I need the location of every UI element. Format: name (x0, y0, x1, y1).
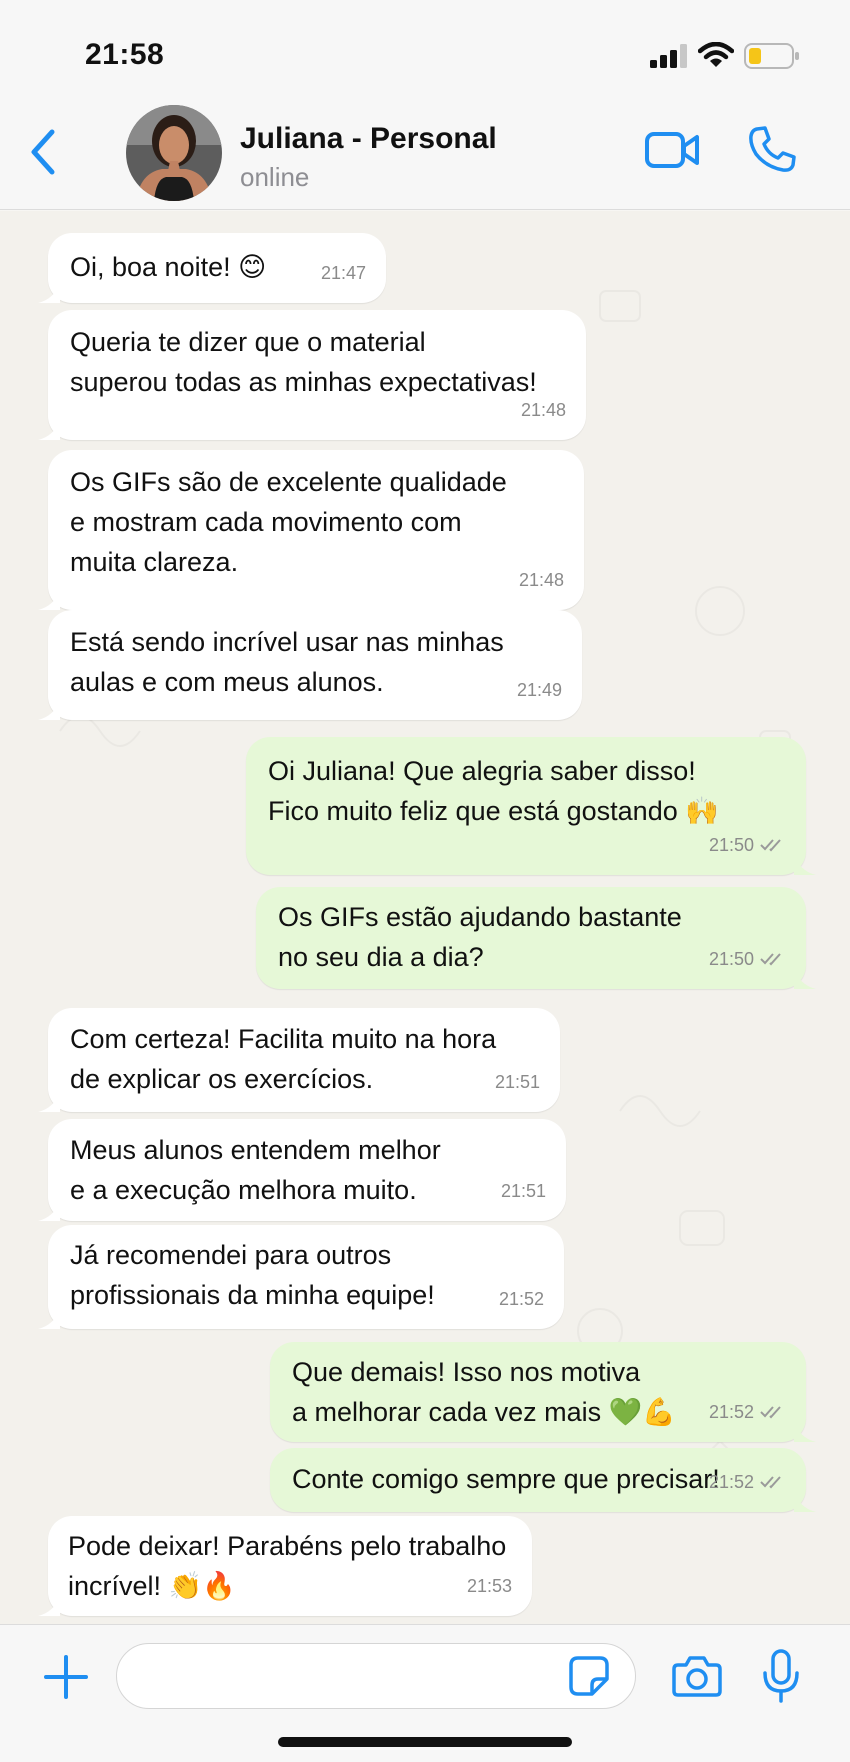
message-text: Meus alunos entendem melhor e a execução… (70, 1135, 441, 1205)
message-meta: 21:52 (499, 1279, 544, 1319)
signal-icon (650, 44, 687, 68)
bubble-tail (794, 969, 816, 989)
message-text: Oi, boa noite! 😊 (70, 252, 267, 282)
message-meta: 21:47 (321, 253, 366, 293)
message-meta: 21:48 (521, 390, 566, 430)
message-bubble-incoming[interactable]: Pode deixar! Parabéns pelo trabalho incr… (38, 1516, 532, 1616)
message-meta: 21:50 (709, 939, 786, 979)
microphone-icon[interactable] (762, 1649, 800, 1703)
message-bubble-incoming[interactable]: Os GIFs são de excelente qualidade e mos… (38, 450, 584, 610)
message-bubble-incoming[interactable]: Oi, boa noite! 😊 21:47 (38, 233, 386, 303)
message-text: Com certeza! Facilita muito na hora de e… (70, 1024, 497, 1094)
message-bubble-outgoing[interactable]: Oi Juliana! Que alegria saber disso! Fic… (246, 737, 816, 875)
message-time: 21:50 (708, 835, 754, 855)
contact-name[interactable]: Juliana - Personal (240, 122, 497, 156)
message-time: 21:53 (466, 1576, 512, 1596)
message-meta: 21:52 (709, 1392, 786, 1432)
video-call-icon[interactable] (644, 128, 700, 172)
status-time: 21:58 (85, 38, 165, 71)
phone-call-icon[interactable] (748, 124, 796, 174)
message-meta: 21:52 (709, 1462, 786, 1502)
message-text: Que demais! Isso nos motiva a melhorar c… (292, 1357, 676, 1427)
message-bubble-incoming[interactable]: Meus alunos entendem melhor e a execução… (38, 1119, 566, 1221)
message-bubble-incoming[interactable]: Está sendo incrível usar nas minhas aula… (38, 610, 582, 720)
message-bubble-incoming[interactable]: Queria te dizer que o material superou t… (38, 310, 586, 440)
bubble-tail (38, 1201, 60, 1221)
message-time: 21:51 (500, 1181, 546, 1201)
sticker-icon[interactable] (568, 1655, 610, 1697)
message-time: 21:52 (708, 1402, 754, 1422)
message-text: Queria te dizer que o material superou t… (70, 327, 537, 397)
message-time: 21:48 (518, 570, 564, 590)
message-input[interactable] (116, 1643, 636, 1709)
bubble-tail (38, 283, 60, 303)
chat-area[interactable]: Oi, boa noite! 😊 21:47 Queria te dizer q… (0, 211, 850, 1624)
camera-icon[interactable] (672, 1653, 722, 1697)
chat-header: Juliana - Personal online (0, 100, 850, 210)
message-meta: 21:53 (467, 1566, 512, 1606)
message-bubble-incoming[interactable]: Com certeza! Facilita muito na hora de e… (38, 1008, 560, 1112)
wifi-icon (698, 42, 734, 67)
message-time: 21:47 (320, 263, 366, 283)
bubble-tail (794, 1422, 816, 1442)
bubble-tail (38, 1092, 60, 1112)
double-check-icon (760, 1406, 781, 1419)
battery-icon (744, 43, 799, 69)
message-text: Pode deixar! Parabéns pelo trabalho incr… (68, 1531, 507, 1601)
avatar[interactable] (126, 105, 222, 201)
message-time: 21:48 (520, 400, 566, 420)
message-text: Está sendo incrível usar nas minhas aula… (70, 627, 504, 697)
message-text: Já recomendei para outros profissionais … (70, 1240, 435, 1310)
message-time: 21:52 (708, 1472, 754, 1492)
message-text: Os GIFs estão ajudando bastante no seu d… (278, 902, 682, 972)
message-time: 21:49 (516, 680, 562, 700)
bubble-tail (38, 1596, 60, 1616)
home-indicator (278, 1737, 572, 1747)
message-time: 21:52 (498, 1289, 544, 1309)
bubble-tail (794, 1492, 816, 1512)
bubble-tail (38, 1309, 60, 1329)
message-time: 21:50 (708, 949, 754, 969)
plus-icon[interactable] (44, 1655, 88, 1699)
back-chevron-icon[interactable] (26, 126, 58, 178)
bubble-tail (794, 855, 816, 875)
message-meta: 21:51 (495, 1062, 540, 1102)
message-bubble-outgoing[interactable]: Os GIFs estão ajudando bastante no seu d… (256, 887, 816, 989)
message-meta: 21:49 (517, 670, 562, 710)
message-bubble-incoming[interactable]: Já recomendei para outros profissionais … (38, 1225, 564, 1329)
bubble-tail (38, 420, 60, 440)
message-text: Oi Juliana! Que alegria saber disso! Fic… (268, 756, 719, 826)
message-bubble-outgoing[interactable]: Conte comigo sempre que precisar! 21:52 (270, 1448, 816, 1512)
message-meta: 21:51 (501, 1171, 546, 1211)
message-text: Conte comigo sempre que precisar! (292, 1464, 720, 1494)
message-meta: 21:50 (709, 825, 786, 865)
message-text: Os GIFs são de excelente qualidade e mos… (70, 467, 507, 577)
message-time: 21:51 (494, 1072, 540, 1092)
bubble-tail (38, 590, 60, 610)
status-bar: 21:58 (0, 0, 850, 100)
message-input-bar (0, 1624, 850, 1762)
message-bubble-outgoing[interactable]: Que demais! Isso nos motiva a melhorar c… (270, 1342, 816, 1442)
double-check-icon (760, 1476, 781, 1489)
bubble-tail (38, 700, 60, 720)
message-meta: 21:48 (519, 560, 564, 600)
double-check-icon (760, 953, 781, 966)
contact-status: online (240, 162, 310, 192)
double-check-icon (760, 839, 781, 852)
